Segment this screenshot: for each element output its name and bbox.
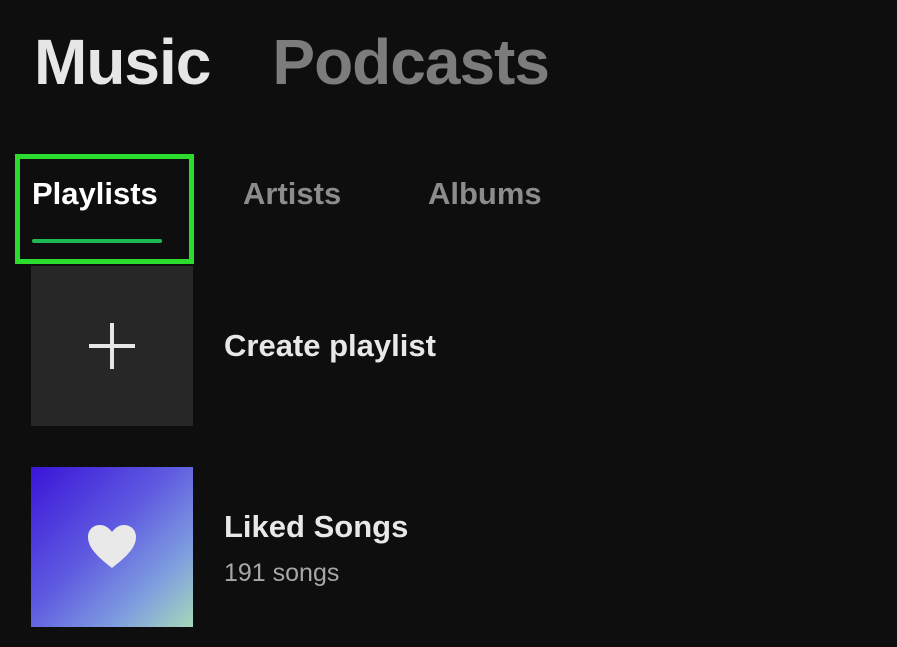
liked-songs-row[interactable]: Liked Songs 191 songs bbox=[31, 467, 871, 627]
liked-songs-cover bbox=[31, 467, 193, 627]
tab-podcasts[interactable]: Podcasts bbox=[272, 22, 550, 102]
plus-icon bbox=[87, 321, 137, 371]
tab-albums[interactable]: Albums bbox=[428, 176, 542, 212]
liked-songs-count: 191 songs bbox=[224, 559, 340, 587]
liked-songs-title: Liked Songs bbox=[224, 509, 409, 544]
create-playlist-row[interactable]: Create playlist bbox=[31, 266, 871, 426]
tab-music[interactable]: Music bbox=[34, 22, 211, 102]
create-playlist-tile bbox=[31, 266, 193, 426]
tab-playlists[interactable]: Playlists bbox=[32, 176, 158, 212]
library-screen: Music Podcasts Playlists Artists Albums … bbox=[0, 0, 897, 647]
active-tab-underline bbox=[32, 239, 162, 243]
create-playlist-label: Create playlist bbox=[224, 328, 436, 363]
tab-artists[interactable]: Artists bbox=[243, 176, 341, 212]
top-tabs: Music Podcasts bbox=[34, 22, 550, 102]
heart-icon bbox=[86, 524, 138, 570]
